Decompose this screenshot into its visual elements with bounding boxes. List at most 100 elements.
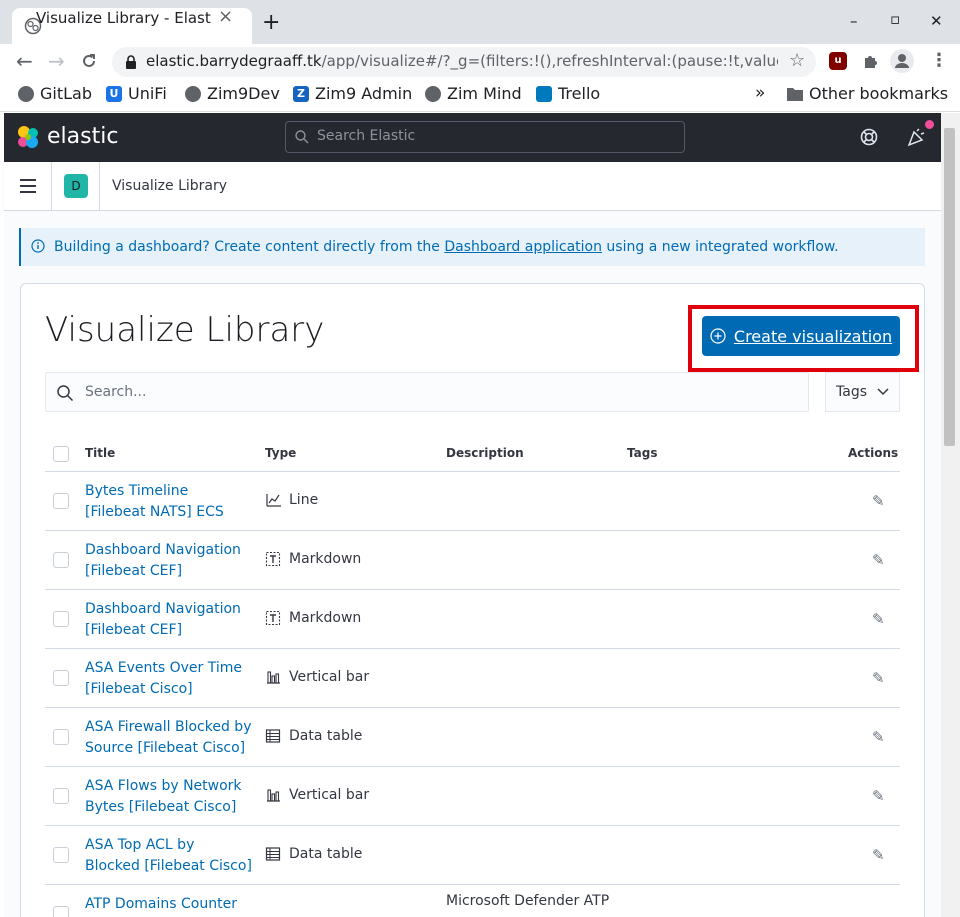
row-divider <box>45 884 900 885</box>
bookmark-zim9dev[interactable]: Zim9Dev <box>185 84 280 103</box>
visualization-type: Vertical bar <box>265 669 369 685</box>
url-text[interactable]: elastic.barrydegraaff.tk/app/visualize#/… <box>146 52 778 70</box>
bookmark-trello[interactable]: Trello <box>536 84 600 103</box>
lock-icon[interactable] <box>124 54 138 70</box>
type-label: Data table <box>289 845 363 862</box>
scrollbar-thumb[interactable] <box>944 128 955 446</box>
vertical-bar-icon <box>267 670 280 684</box>
column-header-tags[interactable]: Tags <box>627 446 657 460</box>
column-header-type[interactable]: Type <box>265 446 296 460</box>
edit-pencil-icon[interactable]: ✎ <box>872 846 885 864</box>
global-search-placeholder: Search Elastic <box>317 128 416 144</box>
trello-icon <box>536 85 552 102</box>
chevron-down-icon <box>877 388 889 396</box>
type-label: Markdown <box>289 609 362 626</box>
more-bookmarks-button[interactable]: » <box>755 83 765 103</box>
bookmark-zim-mind[interactable]: Zim Mind <box>425 84 522 103</box>
visualization-type: Markdown <box>265 610 361 626</box>
extensions-puzzle-icon[interactable] <box>862 52 880 70</box>
select-all-checkbox[interactable] <box>53 446 69 462</box>
row-checkbox[interactable] <box>53 728 69 745</box>
edit-pencil-icon[interactable]: ✎ <box>872 728 885 746</box>
highlight-box <box>688 305 919 372</box>
search-icon <box>295 130 309 144</box>
row-checkbox[interactable] <box>53 669 69 686</box>
visualization-title-link[interactable]: Bytes Timeline [Filebeat NATS] ECS <box>85 481 253 523</box>
globe-icon <box>185 85 201 102</box>
tab-title: Visualize Library - Elast <box>36 9 211 27</box>
divider <box>51 162 52 210</box>
visualization-search-input[interactable] <box>45 372 809 412</box>
browser-menu-icon[interactable]: ⋮ <box>930 50 948 71</box>
visualization-title-link[interactable]: ASA Firewall Blocked by Source [Filebeat… <box>85 717 253 759</box>
visualization-title-link[interactable]: Dashboard Navigation [Filebeat CEF] <box>85 599 253 641</box>
maximize-window-icon[interactable]: ▫ <box>890 10 900 28</box>
close-window-icon[interactable]: ✕ <box>930 12 943 30</box>
vertical-bar-icon <box>267 788 280 802</box>
ublock-extension-icon[interactable]: u <box>829 52 847 70</box>
bookmark-gitlab[interactable]: GitLab <box>18 84 92 103</box>
edit-pencil-icon[interactable]: ✎ <box>872 787 885 805</box>
visualization-type: Data table <box>265 728 362 744</box>
bookmark-zim9-admin[interactable]: Z Zim9 Admin <box>293 84 412 103</box>
edit-pencil-icon[interactable]: ✎ <box>872 669 885 687</box>
reload-icon[interactable] <box>80 52 98 70</box>
edit-pencil-icon[interactable]: ✎ <box>872 610 885 628</box>
column-header-description[interactable]: Description <box>446 446 524 460</box>
visualization-title-link[interactable]: ASA Flows by Network Bytes [Filebeat Cis… <box>85 776 253 818</box>
globe-icon <box>18 85 34 102</box>
markdown-icon <box>265 551 281 566</box>
page-title: Visualize Library <box>45 310 325 350</box>
type-label: Data table <box>289 727 363 744</box>
hamburger-menu-icon[interactable] <box>19 178 37 194</box>
folder-icon <box>787 87 803 101</box>
row-checkbox[interactable] <box>53 846 69 863</box>
visualization-title-link[interactable]: Dashboard Navigation [Filebeat CEF] <box>85 540 253 582</box>
row-divider <box>45 530 900 531</box>
visualization-type: Markdown <box>265 551 361 567</box>
bookmark-star-icon[interactable]: ☆ <box>789 50 805 71</box>
bookmark-unifi[interactable]: U UniFi <box>106 84 167 103</box>
column-header-title[interactable]: Title <box>85 446 115 460</box>
dashboard-application-link[interactable]: Dashboard application <box>444 239 602 255</box>
row-checkbox[interactable] <box>53 492 69 509</box>
elastic-logo-icon[interactable] <box>15 124 41 150</box>
callout-text: Building a dashboard? Create content dir… <box>54 239 839 255</box>
newsfeed-cheer-icon[interactable] <box>906 127 928 147</box>
row-checkbox[interactable] <box>53 905 69 917</box>
row-divider <box>45 589 900 590</box>
type-label: Markdown <box>289 550 362 567</box>
row-checkbox[interactable] <box>53 610 69 627</box>
tags-filter-label: Tags <box>836 384 867 400</box>
row-checkbox[interactable] <box>53 787 69 804</box>
unifi-icon: U <box>106 85 122 102</box>
search-placeholder: Search... <box>85 384 147 400</box>
tab-close-icon[interactable]: × <box>218 6 233 27</box>
new-tab-button[interactable]: + <box>262 12 280 34</box>
type-label: Vertical bar <box>289 786 370 803</box>
back-arrow-icon[interactable]: ← <box>16 49 33 73</box>
column-header-actions: Actions <box>848 446 899 460</box>
minimize-window-icon[interactable]: – <box>850 12 858 30</box>
data-table-icon <box>265 846 281 861</box>
zimbra-icon: Z <box>293 85 309 102</box>
edit-pencil-icon[interactable]: ✎ <box>872 551 885 569</box>
forward-arrow-icon[interactable]: → <box>48 49 65 73</box>
row-divider <box>45 471 900 472</box>
row-divider <box>45 707 900 708</box>
data-table-icon <box>265 728 281 743</box>
row-divider <box>45 766 900 767</box>
space-avatar[interactable]: D <box>64 174 88 198</box>
edit-pencil-icon[interactable]: ✎ <box>872 492 885 510</box>
help-lifebuoy-icon[interactable] <box>859 127 879 147</box>
other-bookmarks-folder[interactable]: Other bookmarks <box>787 84 948 103</box>
visualization-title-link[interactable]: ATP Domains Counter <box>85 894 253 915</box>
profile-avatar-icon[interactable] <box>890 49 914 73</box>
row-checkbox[interactable] <box>53 551 69 568</box>
divider <box>99 162 100 210</box>
tags-filter-button[interactable]: Tags <box>825 372 900 412</box>
visualization-title-link[interactable]: ASA Events Over Time [Filebeat Cisco] <box>85 658 253 700</box>
visualization-title-link[interactable]: ASA Top ACL by Blocked [Filebeat Cisco] <box>85 835 253 877</box>
elastic-logo-text[interactable]: elastic <box>47 124 118 149</box>
row-divider <box>45 825 900 826</box>
